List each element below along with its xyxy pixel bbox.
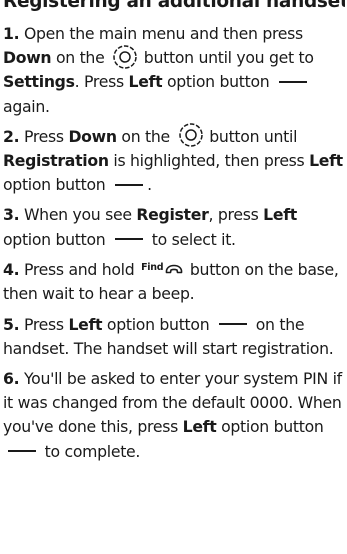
key-left: Left	[263, 205, 297, 225]
step-text: option button	[3, 229, 111, 249]
left-option-button-icon	[279, 80, 308, 83]
key-down: Down	[68, 126, 117, 146]
step-5: 5. Press Left option button on the hands…	[3, 313, 345, 361]
step-2: 2. Press Down on the button until Regist…	[3, 123, 345, 198]
step-text: When you see	[23, 205, 137, 225]
step-text: to complete.	[40, 441, 141, 461]
step-text: option button	[162, 72, 275, 92]
key-down: Down	[3, 48, 52, 68]
menu-settings: Settings	[3, 72, 75, 92]
step-number: 5.	[3, 314, 20, 334]
step-text: Open the main menu and then press	[23, 24, 303, 43]
step-text: Press	[23, 126, 69, 146]
step-text: option button	[216, 417, 324, 437]
step-text: button until	[204, 126, 298, 146]
instructions-page: Registering an additional handset 1. Ope…	[3, 0, 345, 464]
page-title: Registering an additional handset	[3, 0, 345, 12]
menu-register: Register	[136, 205, 209, 225]
step-text: option button	[3, 175, 111, 195]
left-option-button-icon	[8, 450, 36, 453]
step-text: on the	[51, 48, 110, 68]
left-option-button-icon	[219, 323, 248, 326]
left-option-button-icon	[115, 238, 144, 241]
step-1: 1. Open the main menu and then press Dow…	[3, 22, 345, 119]
menu-registration: Registration	[3, 151, 109, 171]
key-left: Left	[68, 314, 103, 334]
step-text: . Press	[74, 72, 129, 92]
key-left: Left	[182, 417, 217, 437]
step-number: 6.	[3, 369, 20, 389]
handset-icon	[165, 264, 183, 274]
step-number: 4.	[3, 259, 20, 279]
step-text: Press	[23, 314, 69, 334]
title-wrap: Registering an additional handset	[3, 0, 345, 22]
key-left: Left	[128, 72, 163, 92]
step-text: to select it.	[147, 229, 236, 249]
step-text: , press	[208, 205, 264, 225]
navigation-button-icon	[178, 123, 203, 148]
find-label: Find	[141, 262, 164, 274]
step-text: again.	[3, 96, 50, 116]
step-text: is highlighted, then press	[108, 151, 310, 171]
key-left: Left	[309, 151, 343, 171]
navigation-button-icon	[113, 44, 137, 69]
step-number: 1.	[3, 24, 20, 43]
step-number: 3.	[3, 205, 20, 225]
step-6: 6. You'll be asked to enter your system …	[3, 367, 345, 464]
step-text: Press and hold	[23, 259, 140, 279]
step-text: on the	[116, 126, 175, 146]
step-3: 3. When you see Register, press Left opt…	[3, 203, 345, 251]
step-number: 2.	[3, 126, 20, 146]
step-text: option button	[102, 314, 215, 334]
step-text: .	[147, 175, 152, 195]
step-text: button until you get to	[139, 48, 314, 68]
left-option-button-icon	[115, 183, 144, 186]
step-4: 4. Press and hold Find button on the bas…	[3, 258, 345, 307]
